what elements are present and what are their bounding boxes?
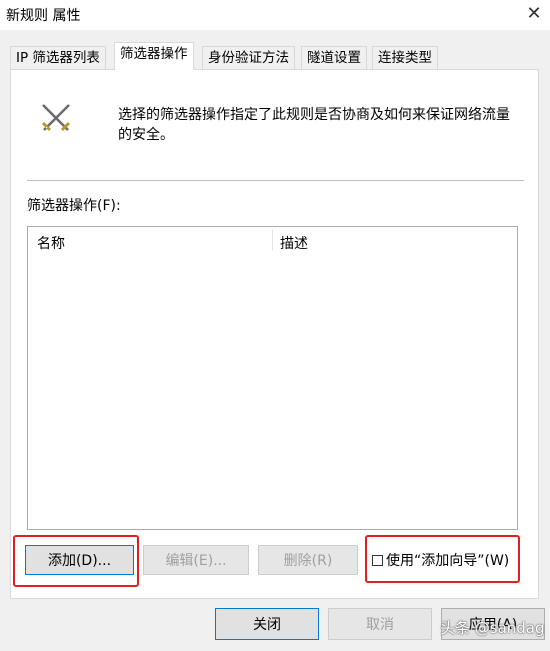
column-separator[interactable] — [272, 230, 273, 250]
tab-auth-methods[interactable]: 身份验证方法 — [202, 46, 295, 69]
tab-filter-action[interactable]: 筛选器操作 — [114, 42, 194, 70]
edit-button[interactable]: 编辑(E)... — [143, 545, 249, 575]
use-wizard-label[interactable]: 使用“添加向导”(W) — [386, 550, 509, 570]
add-button[interactable]: 添加(D)... — [25, 545, 134, 575]
crossed-swords-icon — [38, 100, 74, 136]
use-wizard-checkbox[interactable] — [372, 555, 383, 566]
filter-action-list[interactable] — [27, 226, 518, 530]
column-header-description[interactable]: 描述 — [280, 233, 308, 253]
remove-button[interactable]: 删除(R) — [258, 545, 358, 575]
filter-action-label: 筛选器操作(F): — [27, 195, 121, 215]
cancel-button[interactable]: 取消 — [328, 608, 432, 640]
title-bar — [0, 0, 550, 30]
filter-action-label-text: 筛选器操作(F): — [27, 198, 121, 214]
tab-tunnel-settings[interactable]: 隧道设置 — [301, 46, 367, 69]
tab-ip-filter-list[interactable]: IP 筛选器列表 — [10, 46, 106, 69]
column-header-name[interactable]: 名称 — [37, 233, 65, 253]
watermark: 头条 @sandag — [440, 619, 545, 637]
close-button[interactable]: 关闭 — [215, 608, 319, 640]
close-icon[interactable]: ✕ — [522, 2, 546, 26]
description-line-2: 的安全。 — [118, 127, 174, 143]
description-line-1: 选择的筛选器操作指定了此规则是否协商及如何来保证网络流量 — [118, 107, 510, 123]
divider — [27, 180, 524, 181]
tab-connection-type[interactable]: 连接类型 — [372, 46, 438, 69]
description-text: 选择的筛选器操作指定了此规则是否协商及如何来保证网络流量 的安全。 — [118, 105, 528, 145]
window-title: 新规则 属性 — [6, 8, 81, 24]
